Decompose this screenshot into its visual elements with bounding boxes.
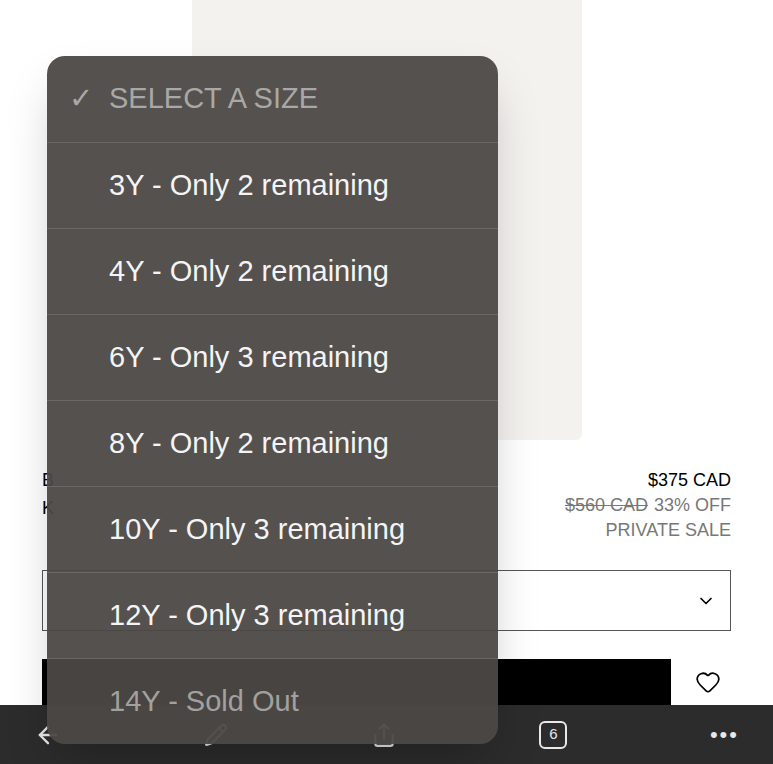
size-option[interactable]: ✓10Y - Only 3 remaining xyxy=(47,486,498,572)
size-option[interactable]: ✓4Y - Only 2 remaining xyxy=(47,228,498,314)
discount: 33% OFF xyxy=(654,493,731,518)
tab-count[interactable]: 6 xyxy=(539,721,567,749)
size-option[interactable]: ✓6Y - Only 3 remaining xyxy=(47,314,498,400)
more-button[interactable]: ••• xyxy=(710,718,739,751)
size-option[interactable]: ✓12Y - Only 3 remaining xyxy=(47,572,498,658)
check-icon: ✓ xyxy=(69,77,97,121)
sale-label: PRIVATE SALE xyxy=(606,518,731,543)
chevron-down-icon xyxy=(696,591,716,611)
size-option[interactable]: ✓3Y - Only 2 remaining xyxy=(47,142,498,228)
sale-price: $375 CAD xyxy=(648,468,731,493)
size-option[interactable]: ✓8Y - Only 2 remaining xyxy=(47,400,498,486)
size-option: ✓14Y - Sold Out xyxy=(47,658,498,744)
size-menu: ✓SELECT A SIZE✓3Y - Only 2 remaining✓4Y … xyxy=(47,56,498,744)
heart-icon[interactable] xyxy=(695,669,721,695)
size-menu-header[interactable]: ✓SELECT A SIZE xyxy=(47,56,498,142)
product-page: BK$375 CAD$560 CAD33% OFFPRIVATE SALE6••… xyxy=(0,0,773,764)
original-price: $560 CAD xyxy=(565,493,648,518)
